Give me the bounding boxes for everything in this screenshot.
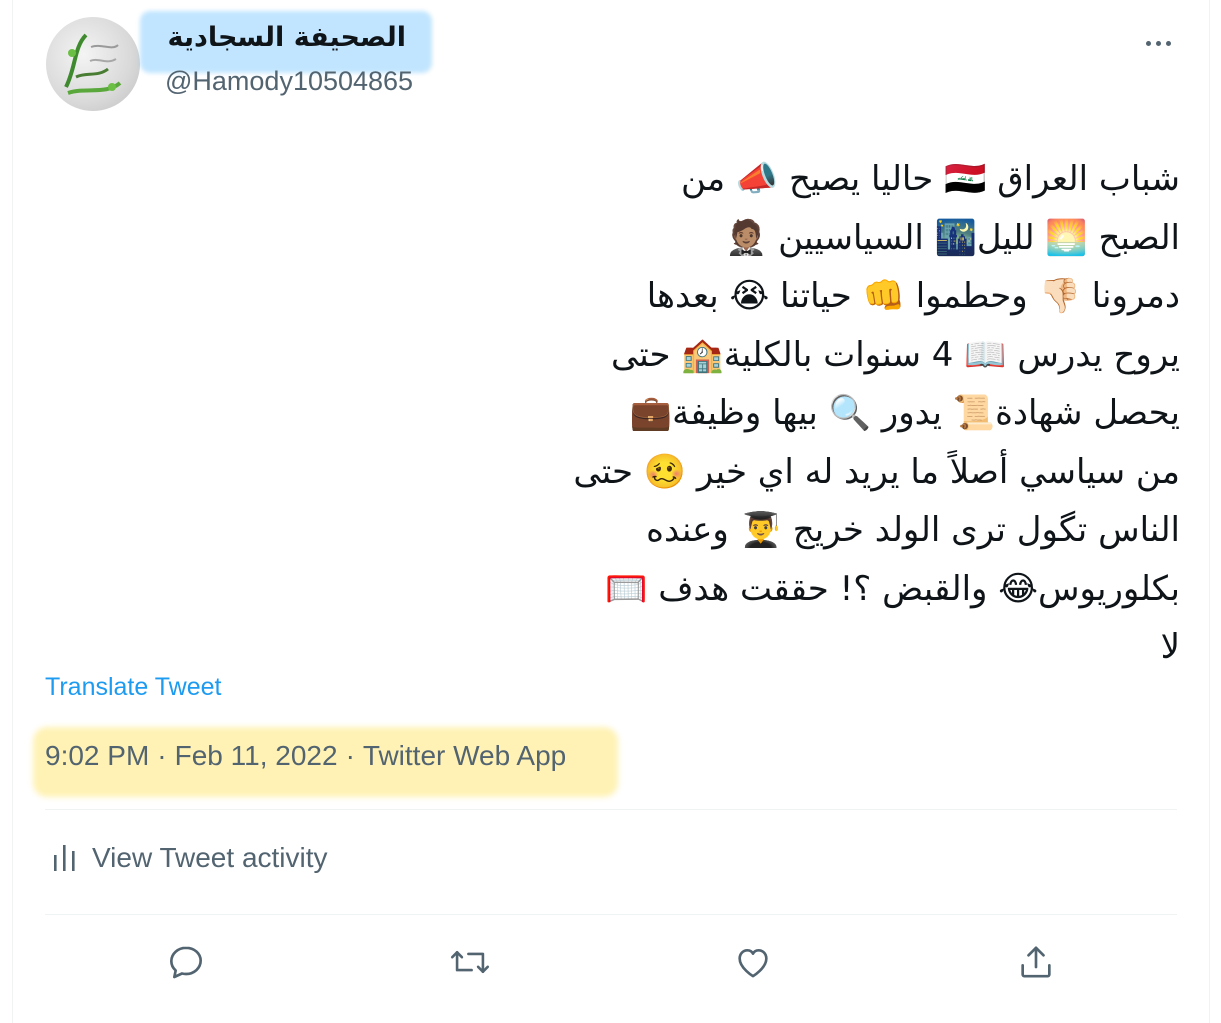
tweet-line: شباب العراق 🇮🇶 حاليا يصيح 📣 من	[680, 159, 1180, 199]
separator: ·	[157, 740, 167, 771]
calligraphy-avatar-image	[64, 33, 122, 95]
share-icon	[1021, 946, 1051, 978]
user-handle[interactable]: @Hamody10504865	[165, 66, 413, 97]
bar-chart-icon	[54, 845, 75, 871]
translate-tweet-link[interactable]: Translate Tweet	[45, 673, 221, 702]
tweet-line: لا	[1160, 627, 1180, 667]
separator: ·	[345, 740, 355, 771]
like-button[interactable]	[731, 940, 775, 984]
tweet-line: بكلوريوس😂 والقبض ؟! حققت هدف 🥅	[605, 568, 1180, 609]
more-dot	[1155, 40, 1161, 46]
avatar[interactable]	[46, 17, 140, 111]
tweet-source[interactable]: Twitter Web App	[363, 740, 566, 771]
divider	[45, 914, 1177, 915]
view-tweet-activity-label: View Tweet activity	[92, 842, 328, 873]
heart-icon	[738, 949, 768, 978]
retweet-button[interactable]	[448, 940, 492, 984]
tweet-line: من سياسي أصلاً ما يريد له اي خير 🥴 حتى	[573, 451, 1180, 492]
tweet-metadata: 9:02 PM · Feb 11, 2022 · Twitter Web App	[45, 740, 566, 772]
tweet-line: يروح يدرس 📖 4 سنوات بالكلية🏫 حتى	[610, 334, 1180, 375]
tweet-text: شباب العراق 🇮🇶 حاليا يصيح 📣 من الصبح 🌅 ل…	[430, 150, 1180, 677]
display-name[interactable]: الصحيفة السجادية	[160, 22, 406, 53]
tweet-line: الناس تگول ترى الولد خريج 👨‍🎓 وعنده	[646, 510, 1180, 550]
tweet-time[interactable]: 9:02 PM	[45, 740, 149, 771]
tweet-line: دمرونا 👎🏻 وحطموا 👊 حياتنا 😭 بعدها	[646, 276, 1180, 316]
more-dot	[1165, 40, 1171, 46]
divider	[45, 809, 1177, 810]
tweet-line: يحصل شهادة📜 يدور 🔍 بيها وظيفة💼	[629, 393, 1180, 433]
share-button[interactable]	[1014, 940, 1058, 984]
reply-icon	[170, 946, 203, 979]
reply-button[interactable]	[164, 940, 208, 984]
tweet-date[interactable]: Feb 11, 2022	[175, 740, 338, 771]
view-tweet-activity-button[interactable]: View Tweet activity	[52, 842, 328, 874]
retweet-icon	[450, 951, 490, 973]
more-dot	[1145, 40, 1151, 46]
more-options-icon[interactable]	[1136, 28, 1180, 58]
tweet-line: الصبح 🌅 لليل🌃 السياسيين 🤵🏽	[725, 217, 1180, 258]
